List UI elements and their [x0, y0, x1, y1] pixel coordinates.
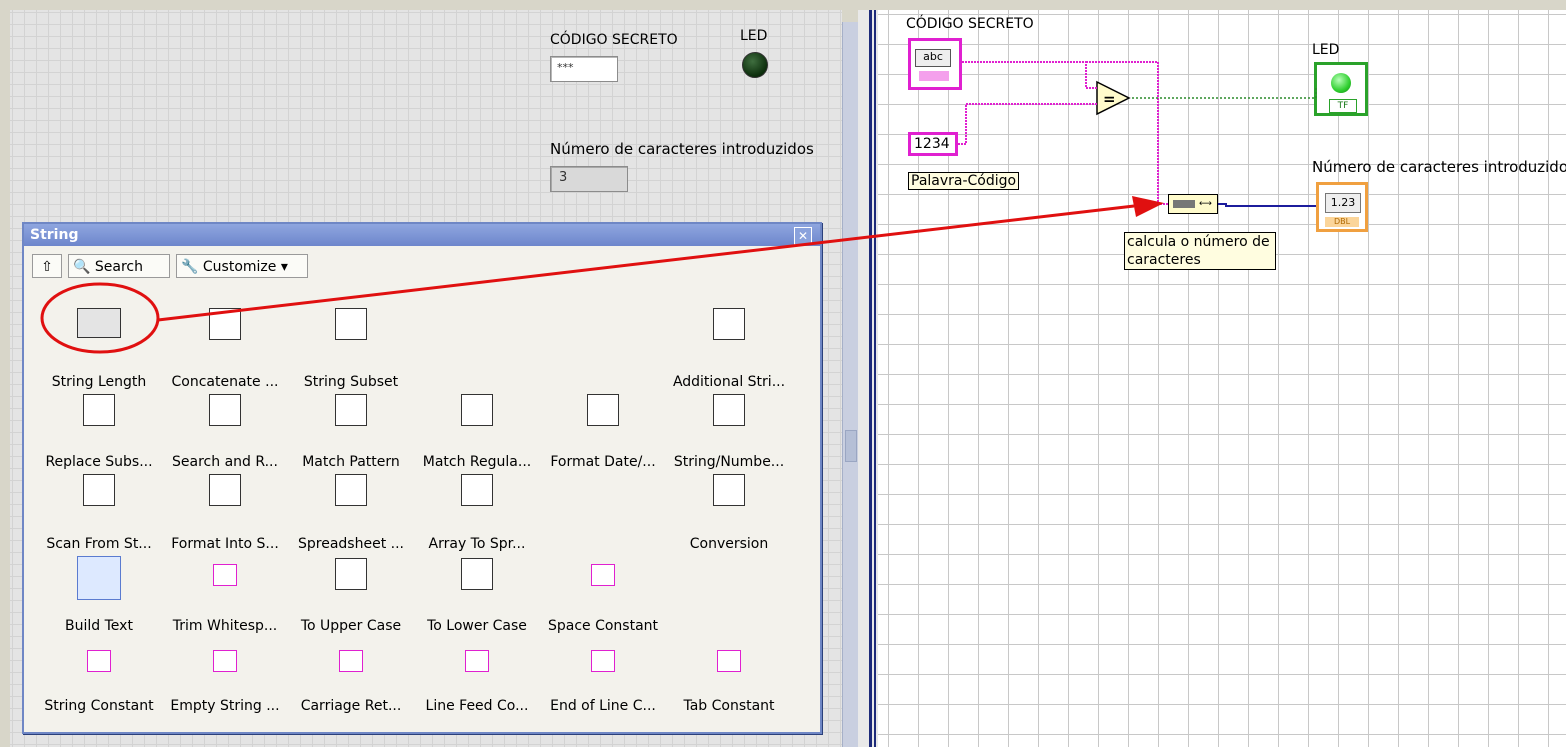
string-wire: [958, 103, 1098, 145]
format-date-icon: [587, 394, 619, 426]
palette-item-spreadsheet[interactable]: Spreadsheet ...: [288, 474, 414, 558]
palette-item-label: Spreadsheet ...: [298, 536, 404, 552]
string-wire: [1086, 61, 1168, 205]
numeric-wire: [1218, 203, 1316, 207]
palette-item-label: String/Numbe...: [673, 454, 785, 470]
string-palette: String ✕ ⇧ 🔍 Search 🔧 Customize ▾ String…: [22, 222, 822, 734]
palette-item-array-to-spr[interactable]: Array To Spr...: [414, 474, 540, 558]
match-pattern-icon: [335, 394, 367, 426]
palette-item-trim-whitesp[interactable]: Trim Whitesp...: [162, 558, 288, 640]
palette-item-label: End of Line C...: [550, 698, 656, 714]
palette-item-line-feed-co[interactable]: Line Feed Co...: [414, 644, 540, 720]
palette-item-label: String Constant: [44, 698, 154, 714]
conversion-icon: [713, 474, 745, 506]
palette-item-label: Build Text: [65, 618, 133, 634]
string-wire: [962, 61, 1098, 89]
palette-item-label: Trim Whitesp...: [172, 618, 278, 634]
additional-string-icon: [713, 308, 745, 340]
concatenate-icon: [209, 308, 241, 340]
palette-item-label: Match Regula...: [422, 454, 532, 470]
palette-item-label: Format Into S...: [171, 536, 279, 552]
palette-item-label: To Upper Case: [300, 618, 402, 634]
palette-item-label: Line Feed Co...: [425, 698, 529, 714]
end-of-line-icon: [591, 650, 615, 672]
palette-item-empty-string[interactable]: Empty String ...: [162, 644, 288, 720]
palette-item-label: Empty String ...: [170, 698, 280, 714]
palette-item-string-constant[interactable]: String Constant: [36, 644, 162, 720]
palette-item-label: Array To Spr...: [428, 536, 526, 552]
trim-whitespace-icon: [213, 564, 237, 586]
string-constant-icon: [87, 650, 111, 672]
palette-item-label: Replace Subs...: [45, 454, 153, 470]
search-replace-icon: [209, 394, 241, 426]
match-regex-icon: [461, 394, 493, 426]
tab-constant-icon: [717, 650, 741, 672]
palette-item-to-upper-case[interactable]: To Upper Case: [288, 558, 414, 640]
highlight-ellipse: [40, 282, 160, 354]
empty-string-icon: [213, 650, 237, 672]
palette-item-format-date[interactable]: Format Date/...: [540, 394, 666, 476]
line-feed-icon: [465, 650, 489, 672]
upper-case-icon: [335, 558, 367, 590]
palette-item-search-and-r[interactable]: Search and R...: [162, 394, 288, 476]
boolean-wire: [1132, 88, 1317, 99]
replace-substring-icon: [83, 394, 115, 426]
palette-item-tab-constant[interactable]: Tab Constant: [666, 644, 792, 720]
build-text-icon: [77, 556, 121, 600]
lower-case-icon: [461, 558, 493, 590]
palette-item-label: Match Pattern: [302, 454, 400, 470]
palette-item-label: Carriage Ret...: [300, 698, 402, 714]
palette-item-label: Conversion: [689, 536, 769, 552]
palette-item-match-regula[interactable]: Match Regula...: [414, 394, 540, 476]
palette-item-label: Additional Stri...: [672, 374, 786, 390]
string-number-icon: [713, 394, 745, 426]
palette-item-label: Space Constant: [547, 618, 659, 634]
format-into-string-icon: [209, 474, 241, 506]
scan-from-string-icon: [83, 474, 115, 506]
palette-item-concatenate[interactable]: Concatenate ...: [162, 308, 288, 396]
palette-item-space-constant[interactable]: Space Constant: [540, 558, 666, 640]
array-to-spreadsheet-icon: [461, 474, 493, 506]
palette-item-label: String Length: [51, 374, 147, 390]
palette-item-additional-stri[interactable]: Additional Stri...: [666, 308, 792, 396]
palette-item-string-numbe[interactable]: String/Numbe...: [666, 394, 792, 476]
palette-item-match-pattern[interactable]: Match Pattern: [288, 394, 414, 476]
palette-item-label: String Subset: [303, 374, 399, 390]
string-subset-icon: [335, 308, 367, 340]
palette-item-build-text[interactable]: Build Text: [36, 556, 162, 640]
palette-item-string-subset[interactable]: String Subset: [288, 308, 414, 396]
palette-item-carriage-ret[interactable]: Carriage Ret...: [288, 644, 414, 720]
palette-item-scan-from-st[interactable]: Scan From St...: [36, 474, 162, 558]
palette-item-conversion[interactable]: Conversion: [666, 474, 792, 558]
palette-item-replace-subs[interactable]: Replace Subs...: [36, 394, 162, 476]
palette-item-label: To Lower Case: [427, 618, 527, 634]
palette-item-to-lower-case[interactable]: To Lower Case: [414, 558, 540, 640]
palette-item-label: Format Date/...: [550, 454, 656, 470]
palette-item-label: Search and R...: [172, 454, 278, 470]
spreadsheet-icon: [335, 474, 367, 506]
carriage-return-icon: [339, 650, 363, 672]
palette-item-label: Concatenate ...: [171, 374, 279, 390]
palette-item-end-of-line-c[interactable]: End of Line C...: [540, 644, 666, 720]
palette-item-label: Scan From St...: [46, 536, 152, 552]
palette-item-format-into-s[interactable]: Format Into S...: [162, 474, 288, 558]
red-circle: [40, 282, 160, 354]
palette-item-label: Tab Constant: [683, 698, 775, 714]
space-constant-icon: [591, 564, 615, 586]
